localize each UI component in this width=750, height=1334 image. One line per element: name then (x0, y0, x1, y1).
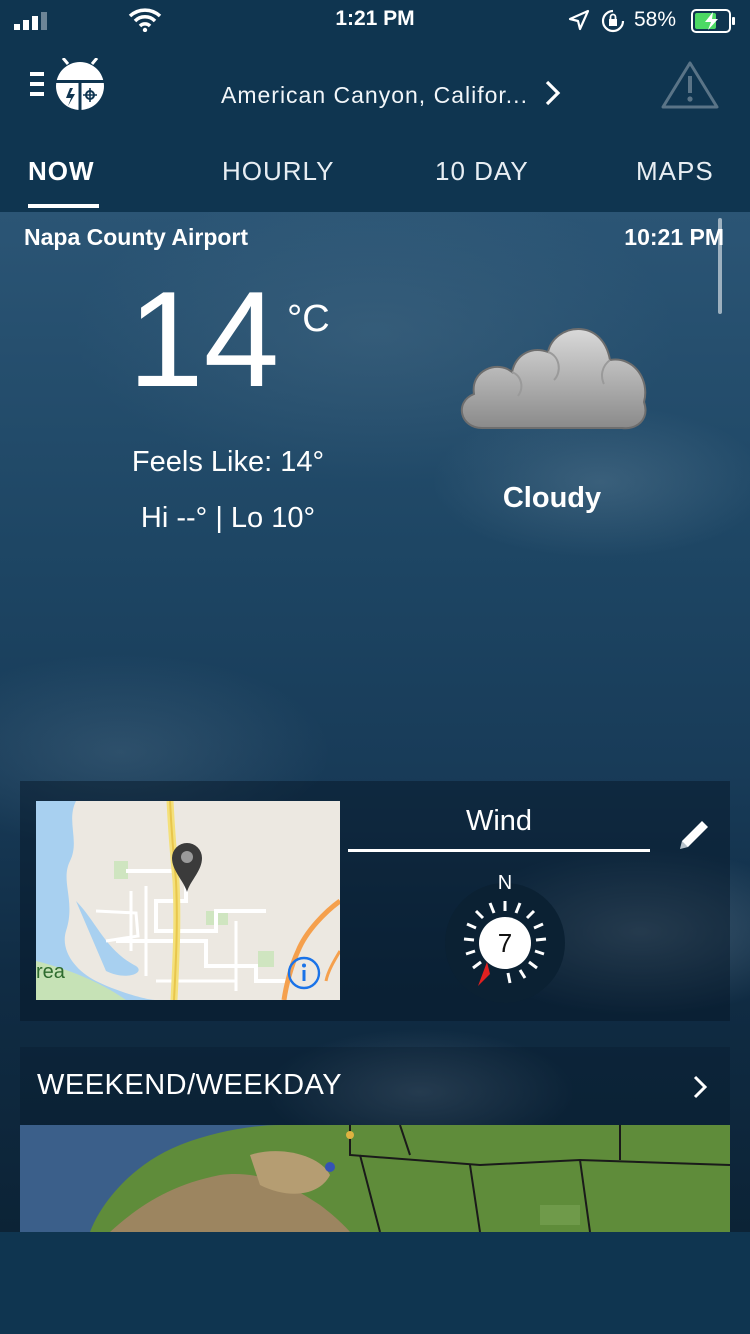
weatherbug-menu-icon[interactable] (30, 58, 106, 112)
wind-compass: N 7 (440, 872, 570, 1006)
location-arrow-icon (568, 9, 590, 31)
temperature-unit: °C (287, 298, 330, 340)
alert-triangle-icon[interactable] (660, 60, 720, 110)
temperature-value: 14 (128, 263, 280, 415)
weekend-weekday-row[interactable]: WEEKEND/WEEKDAY (20, 1047, 730, 1125)
bottom-ad-bar (0, 1232, 750, 1334)
feels-like: Feels Like: 14° (131, 446, 325, 478)
wind-card[interactable]: rea Wind N 7 (20, 781, 730, 1021)
wind-speed: 7 (497, 928, 513, 958)
chevron-right-icon[interactable] (692, 1074, 708, 1100)
battery-charging-icon (691, 9, 735, 33)
radar-map-preview[interactable] (20, 1125, 730, 1232)
scroll-indicator (718, 218, 722, 314)
location-map-thumbnail[interactable]: rea (36, 801, 340, 1000)
map-pin-icon (172, 843, 202, 892)
location-selector[interactable]: American Canyon, Califor... (221, 82, 528, 109)
wind-title[interactable]: Wind (348, 805, 650, 838)
tab-10-day[interactable]: 10 DAY (435, 156, 529, 187)
weekend-weekday-label: WEEKEND/WEEKDAY (37, 1069, 343, 1101)
station-name: Napa County Airport (24, 224, 249, 250)
hi-lo: Hi --° | Lo 10° (140, 502, 316, 534)
tab-maps[interactable]: MAPS (636, 156, 714, 187)
rotation-lock-icon (601, 9, 625, 33)
wind-title-underline (348, 849, 650, 852)
battery-percent: 58% (634, 8, 677, 31)
pencil-icon[interactable] (674, 815, 714, 855)
tab-now[interactable]: NOW (28, 156, 95, 187)
app-header: American Canyon, Califor... (0, 42, 750, 129)
info-icon[interactable] (286, 955, 322, 991)
status-bar: 1:21 PM 58% (0, 0, 750, 42)
chevron-right-icon[interactable] (544, 79, 562, 107)
compass-north-label: N (497, 872, 513, 894)
cloud-icon (460, 328, 647, 430)
active-tab-indicator (28, 204, 99, 208)
current-conditions-panel[interactable]: Napa County Airport 10:21 PM 14 °C Feels… (0, 212, 750, 1232)
tab-bar: NOW HOURLY 10 DAY MAPS (0, 128, 750, 212)
map-label: rea (36, 961, 65, 983)
observed-time: 10:21 PM (624, 224, 724, 250)
condition-text: Cloudy (502, 482, 602, 514)
tab-hourly[interactable]: HOURLY (222, 156, 334, 187)
